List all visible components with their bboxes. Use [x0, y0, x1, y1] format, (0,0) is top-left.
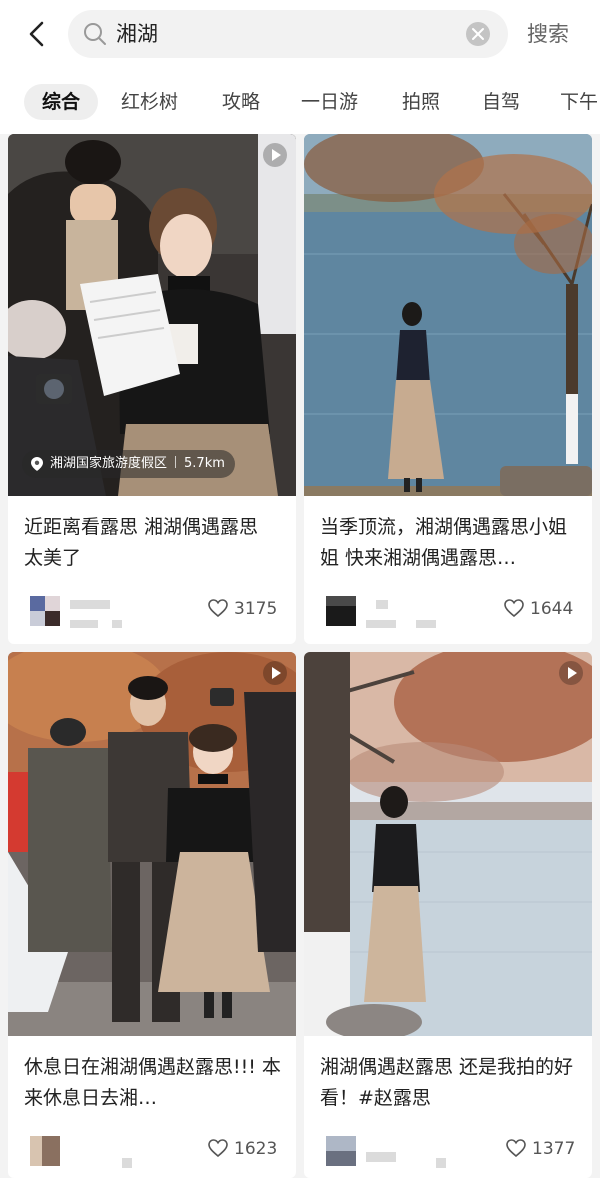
- note-cover-image: [304, 652, 592, 1036]
- avatar[interactable]: [30, 1136, 60, 1166]
- author-name-blurred: [70, 620, 98, 628]
- avatar[interactable]: [326, 1136, 356, 1166]
- like-count[interactable]: 1623: [208, 1138, 277, 1160]
- author-name-blurred: [436, 1158, 446, 1168]
- note-cover-image: 湘湖国家旅游度假区 5.7km: [8, 134, 296, 496]
- chevron-left-icon: [29, 21, 44, 47]
- heart-icon: [208, 599, 228, 617]
- note-card[interactable]: 休息日在湘湖偶遇赵露思!!! 本来休息日去湘… 1623: [8, 652, 296, 1178]
- location-distance: 5.7km: [184, 456, 225, 471]
- note-title: 近距离看露思 湘湖偶遇露思 太美了: [24, 516, 259, 569]
- note-card[interactable]: 湘湖国家旅游度假区 5.7km 近距离看露思 湘湖偶遇露思 太美了 3175: [8, 134, 296, 644]
- author-name-blurred: [112, 620, 122, 628]
- note-title: 当季顶流，湘湖偶遇露思小姐姐 快来湘湖偶遇露思…: [320, 516, 568, 569]
- tab-comprehensive[interactable]: 综合: [24, 84, 99, 120]
- author-name-blurred: [366, 1152, 396, 1162]
- play-icon: [559, 661, 583, 685]
- note-title: 休息日在湘湖偶遇赵露思!!! 本来休息日去湘…: [24, 1056, 281, 1109]
- like-count-value: 1644: [530, 599, 574, 619]
- author-name-blurred: [366, 620, 396, 628]
- note-card[interactable]: 湘湖偶遇赵露思 还是我拍的好看！#赵露思 1377: [304, 652, 592, 1178]
- note-card[interactable]: 当季顶流，湘湖偶遇露思小姐姐 快来湘湖偶遇露思… 1644: [304, 134, 592, 644]
- note-cover-image: [8, 652, 296, 1036]
- category-tabs: 综合 红杉树 攻略 一日游 拍照 自驾 下午: [0, 68, 600, 134]
- play-icon: [263, 143, 287, 167]
- close-icon: [472, 28, 484, 40]
- note-title: 湘湖偶遇赵露思 还是我拍的好看！#赵露思: [320, 1056, 574, 1109]
- author-name-blurred: [122, 1158, 132, 1168]
- tab-self-drive[interactable]: 自驾: [482, 84, 520, 120]
- like-count[interactable]: 1644: [504, 598, 573, 620]
- like-count-value: 3175: [234, 599, 278, 619]
- search-icon: [84, 23, 106, 45]
- author-name-blurred: [416, 620, 436, 628]
- clear-search-button[interactable]: [466, 22, 490, 46]
- author-name-blurred: [70, 600, 110, 609]
- note-cover-image: [304, 134, 592, 496]
- location-name: 湘湖国家旅游度假区: [50, 456, 168, 471]
- author-name-blurred: [376, 600, 388, 609]
- tab-day-trip[interactable]: 一日游: [301, 84, 358, 120]
- heart-icon: [208, 1139, 228, 1157]
- like-count-value: 1623: [234, 1139, 278, 1159]
- tab-redwood[interactable]: 红杉树: [121, 84, 178, 120]
- heart-icon: [504, 599, 524, 617]
- search-button[interactable]: 搜索: [527, 20, 569, 48]
- avatar[interactable]: [326, 596, 356, 626]
- heart-icon: [506, 1139, 526, 1157]
- back-button[interactable]: [22, 18, 54, 50]
- search-input[interactable]: 湘湖: [68, 10, 508, 58]
- tab-photo[interactable]: 拍照: [402, 84, 440, 120]
- location-tag[interactable]: 湘湖国家旅游度假区 5.7km: [22, 450, 235, 478]
- like-count[interactable]: 1377: [506, 1138, 575, 1160]
- pin-icon: [31, 457, 43, 471]
- avatar[interactable]: [30, 596, 60, 626]
- search-query: 湘湖: [116, 22, 158, 46]
- like-count[interactable]: 3175: [208, 598, 277, 620]
- tab-afternoon[interactable]: 下午: [560, 84, 598, 120]
- like-count-value: 1377: [532, 1139, 576, 1159]
- tab-guide[interactable]: 攻略: [222, 84, 260, 120]
- play-icon: [263, 661, 287, 685]
- top-bar: 湘湖 搜索: [0, 0, 600, 68]
